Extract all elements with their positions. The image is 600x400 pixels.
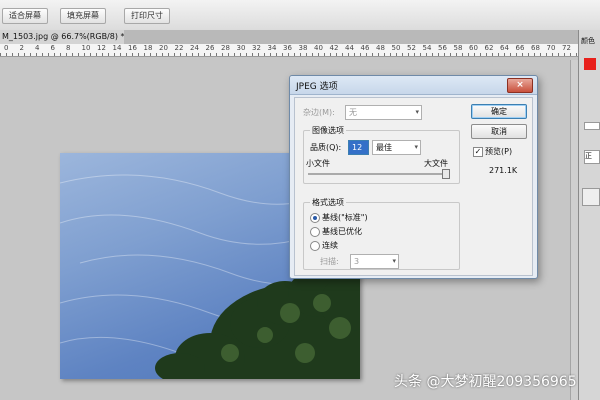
- ruler-tick-label: 40: [314, 44, 323, 52]
- matte-value: 无: [349, 108, 357, 117]
- document-tab[interactable]: M_1503.jpg @ 66.7%(RGB/8) *×: [0, 30, 134, 44]
- foreground-color-swatch[interactable]: [584, 58, 596, 70]
- ruler-tick-label: 54: [422, 44, 432, 52]
- ruler-tick-label: 58: [453, 44, 463, 52]
- horizontal-ruler: 0 2 4 6 8 10 12 14 16 18 20 22 24 26 28 30 32 34 36 38 40 42 4…: [0, 44, 586, 57]
- chevron-down-icon: ▾: [414, 143, 418, 151]
- preview-label: 预览(P): [485, 147, 513, 156]
- dialog-titlebar[interactable]: JPEG 选项 ×: [290, 76, 537, 95]
- scans-value: 3: [354, 257, 360, 266]
- dialog-body: 杂边(M): 无 ▾ 图像选项 品质(Q): 12 最佳 ▾ 小文件 大文件 格式选…: [294, 97, 533, 276]
- ruler-tick-label: 32: [252, 44, 261, 52]
- quality-slider-track[interactable]: [308, 173, 448, 175]
- ruler-tick-label: 16: [128, 44, 137, 52]
- cancel-button[interactable]: 取消: [471, 124, 527, 139]
- ruler-tick-label: 18: [143, 44, 153, 52]
- chevron-down-icon: ▾: [415, 108, 419, 116]
- ruler-tick-label: 28: [221, 44, 230, 52]
- large-file-label: 大文件: [424, 159, 448, 168]
- ruler-tick-label: 30: [236, 44, 246, 52]
- ruler-tick-label: 0: [4, 44, 9, 52]
- matte-select[interactable]: 无 ▾: [345, 105, 422, 120]
- fill-screen-button[interactable]: 填充屏幕: [60, 8, 106, 24]
- quality-slider-thumb[interactable]: [442, 169, 450, 179]
- eye-icon[interactable]: [582, 188, 600, 206]
- watermark: 头条 @大梦初醒209356965: [394, 374, 577, 390]
- ruler-tick-label: 60: [469, 44, 478, 52]
- fit-screen-button[interactable]: 适合屏幕: [2, 8, 48, 24]
- ruler-tick-label: 72: [562, 44, 571, 52]
- ruler-tick-label: 34: [267, 44, 277, 52]
- format-baseline-standard-label: 基线("标准"): [322, 213, 368, 222]
- format-baseline-optimized-radio[interactable]: [310, 227, 320, 237]
- small-file-label: 小文件: [306, 159, 330, 168]
- scans-select[interactable]: 3 ▾: [350, 254, 399, 269]
- format-progressive-radio[interactable]: [310, 241, 320, 251]
- ruler-tick-label: 6: [50, 44, 55, 52]
- quality-input[interactable]: 12: [348, 140, 369, 155]
- ruler-tick-label: 50: [391, 44, 401, 52]
- document-tab-title: M_1503.jpg @ 66.7%(RGB/8) *: [2, 32, 125, 41]
- file-size-label: 271.1K: [489, 166, 518, 175]
- scans-label: 扫描:: [320, 257, 339, 266]
- ruler-tick-label: 44: [345, 44, 354, 52]
- jpeg-options-dialog: JPEG 选项 × 杂边(M): 无 ▾ 图像选项 品质(Q): 12 最佳 ▾ 小…: [289, 75, 538, 279]
- chevron-down-icon: ▾: [392, 257, 396, 265]
- ruler-tick-label: 10: [81, 44, 91, 52]
- ruler-tick-label: 14: [112, 44, 122, 52]
- image-options-title: 图像选项: [310, 125, 346, 136]
- format-baseline-optimized-label: 基线已优化: [322, 227, 362, 236]
- ruler-tick-label: 56: [438, 44, 447, 52]
- right-panel: 颜色 正: [578, 30, 600, 400]
- print-size-button[interactable]: 打印尺寸: [124, 8, 170, 24]
- ruler-tick-label: 38: [298, 44, 308, 52]
- ruler-tick-label: 70: [546, 44, 556, 52]
- format-options-title: 格式选项: [310, 197, 346, 208]
- quality-label: 品质(Q):: [310, 143, 342, 152]
- ruler-tick-label: 2: [19, 44, 24, 52]
- preview-checkbox[interactable]: ✓: [473, 147, 483, 157]
- ruler-tick-label: 46: [360, 44, 370, 52]
- ruler-tick-label: 66: [515, 44, 525, 52]
- ruler-tick-label: 8: [66, 44, 71, 52]
- format-options-group: 格式选项 基线("标准") 基线已优化 连续 扫描: 3 ▾: [303, 197, 460, 270]
- format-baseline-standard-radio[interactable]: [310, 213, 320, 223]
- ruler-tick-label: 42: [329, 44, 339, 52]
- ruler-tick-label: 26: [205, 44, 215, 52]
- ruler-tick-label: 22: [174, 44, 184, 52]
- ruler-tick-label: 12: [97, 44, 106, 52]
- ruler-tick-label: 48: [376, 44, 385, 52]
- options-bar: 适合屏幕 填充屏幕 打印尺寸: [0, 0, 600, 31]
- quality-preset-value: 最佳: [376, 143, 392, 152]
- matte-label: 杂边(M):: [303, 108, 335, 117]
- ruler-tick-label: 4: [35, 44, 40, 52]
- color-slider[interactable]: [584, 122, 600, 130]
- dialog-close-button[interactable]: ×: [507, 78, 533, 93]
- tab-bar-background: [124, 30, 578, 44]
- ruler-tick-label: 68: [531, 44, 540, 52]
- ruler-tick-label: 36: [283, 44, 292, 52]
- format-progressive-label: 连续: [322, 241, 338, 250]
- blend-mode-select[interactable]: 正: [584, 150, 600, 164]
- image-options-group: 图像选项 品质(Q): 12 最佳 ▾ 小文件 大文件: [303, 125, 460, 184]
- ruler-tick-label: 20: [159, 44, 168, 52]
- panel-label: 颜色: [581, 37, 595, 45]
- ok-button[interactable]: 确定: [471, 104, 527, 119]
- quality-preset-select[interactable]: 最佳 ▾: [372, 140, 421, 155]
- ruler-tick-label: 62: [484, 44, 494, 52]
- dialog-title: JPEG 选项: [296, 82, 338, 92]
- ruler-tick-label: 52: [407, 44, 416, 52]
- ruler-tick-label: 24: [190, 44, 199, 52]
- ruler-tick-label: 64: [500, 44, 509, 52]
